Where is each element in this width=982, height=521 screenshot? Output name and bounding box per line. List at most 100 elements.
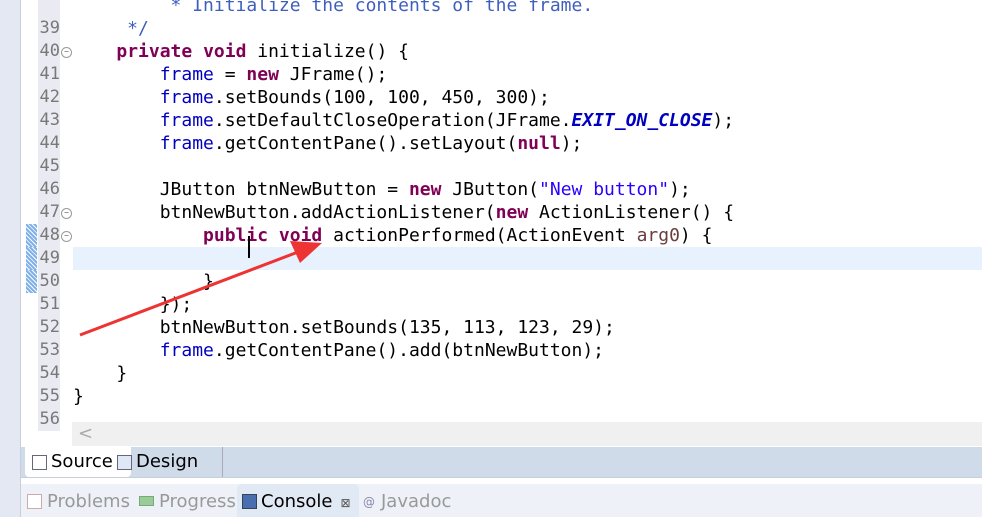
line-number	[38, 0, 60, 17]
tab-label: Progress	[159, 491, 236, 512]
code-line[interactable]: public void actionPerformed(ActionEvent …	[73, 224, 982, 247]
code-token: */	[73, 18, 149, 39]
quick-diff-marker	[26, 224, 37, 247]
line-number: 42	[38, 86, 60, 109]
code-token: initialize() {	[246, 41, 409, 62]
code-line[interactable]: frame.getContentPane().setLayout(null);	[73, 132, 982, 155]
code-token: .setDefaultCloseOperation(JFrame.	[213, 110, 572, 131]
line-number: 45	[38, 155, 60, 178]
code-line[interactable]: }	[73, 270, 982, 293]
code-token: EXIT_ON_CLOSE	[571, 110, 713, 131]
code-token: );	[669, 179, 691, 200]
code-token: new	[495, 202, 529, 223]
code-token: ActionListener() {	[528, 202, 735, 223]
code-token: "New button"	[539, 179, 670, 200]
code-line[interactable]: btnNewButton.addActionListener(new Actio…	[73, 201, 982, 224]
line-number: 56	[38, 408, 60, 431]
code-token: btnNewButton.setBounds(135, 113, 123, 29…	[73, 317, 615, 338]
code-line[interactable]: }	[73, 385, 982, 408]
line-number: 50	[38, 270, 60, 293]
tab-label: Source	[51, 451, 113, 472]
code-line[interactable]: * Initialize the contents of the frame.	[73, 0, 982, 17]
fold-toggle-icon[interactable]: −	[61, 231, 72, 242]
code-token: JButton(	[441, 179, 540, 200]
line-number: 39	[38, 17, 60, 40]
code-line[interactable]	[73, 155, 982, 178]
tab-label: Design	[136, 451, 199, 472]
code-token: ) {	[679, 225, 713, 246]
code-token: .getContentPane().add(btnNewButton);	[213, 340, 605, 361]
code-line[interactable]	[73, 247, 982, 270]
line-number: 46	[38, 178, 60, 201]
fold-toggle-icon[interactable]: −	[61, 47, 72, 58]
line-number: 40	[38, 40, 60, 63]
tab-label: Problems	[47, 491, 130, 512]
editor-tabs: Source Design	[21, 447, 982, 478]
source-icon	[32, 455, 47, 470]
code-line[interactable]: */	[73, 17, 982, 40]
code-token: frame	[159, 110, 214, 131]
close-icon[interactable]: ⊠	[340, 496, 350, 510]
text-caret	[248, 236, 250, 258]
fold-toggle-icon[interactable]: −	[61, 208, 72, 219]
code-line[interactable]: frame = new JFrame();	[73, 63, 982, 86]
line-number: 54	[38, 362, 60, 385]
code-editor[interactable]: * Initialize the contents of the frame. 3…	[21, 0, 982, 431]
code-token: .setBounds(100, 100, 450, 300);	[213, 87, 550, 108]
code-token: }	[73, 363, 128, 384]
code-line[interactable]: btnNewButton.setBounds(135, 113, 123, 29…	[73, 316, 982, 339]
code-token: .getContentPane().setLayout(	[213, 133, 518, 154]
code-token: });	[73, 294, 193, 315]
code-token: null	[517, 133, 561, 154]
code-token: new	[408, 179, 442, 200]
line-number: 51	[38, 293, 60, 316]
line-number: 52	[38, 316, 60, 339]
code-line[interactable]: JButton btnNewButton = new JButton("New …	[73, 178, 982, 201]
problems-icon	[27, 494, 42, 509]
code-token: );	[560, 133, 583, 154]
code-token: frame	[159, 133, 214, 154]
code-line[interactable]: });	[73, 293, 982, 316]
line-number: 41	[38, 63, 60, 86]
code-line[interactable]: private void initialize() {	[73, 40, 982, 63]
tab-design[interactable]: Design	[110, 447, 223, 477]
code-token: }	[73, 271, 214, 292]
tab-progress[interactable]: Progress	[135, 484, 236, 517]
line-number: 49	[38, 247, 60, 270]
code-line[interactable]: frame.setBounds(100, 100, 450, 300);	[73, 86, 982, 109]
code-token: frame	[159, 87, 214, 108]
code-token: JButton btnNewButton =	[73, 179, 409, 200]
code-token: private	[116, 41, 193, 62]
console-icon	[242, 494, 257, 509]
tab-label: Console	[261, 491, 333, 512]
code-line[interactable]: frame.setDefaultCloseOperation(JFrame.EX…	[73, 109, 982, 132]
line-number: 43	[38, 109, 60, 132]
code-line[interactable]: frame.getContentPane().add(btnNewButton)…	[73, 339, 982, 362]
code-token: );	[712, 110, 735, 131]
scroll-left-icon[interactable]: <	[78, 423, 93, 444]
code-token: void	[203, 41, 247, 62]
tab-console[interactable]: Console ⊠	[237, 484, 359, 517]
javadoc-icon: @	[363, 495, 375, 509]
horizontal-scrollbar[interactable]: <	[72, 422, 982, 446]
code-line[interactable]: }	[73, 362, 982, 385]
code-token: }	[73, 386, 84, 407]
line-number: 47	[38, 201, 60, 224]
left-trim	[0, 0, 21, 517]
tab-problems[interactable]: Problems	[23, 484, 130, 517]
code-token: frame	[159, 64, 214, 85]
quick-diff-marker	[26, 270, 37, 293]
code-token: =	[213, 64, 247, 85]
line-number: 53	[38, 339, 60, 362]
tab-javadoc[interactable]: @ Javadoc	[357, 484, 451, 517]
code-token: actionPerformed(ActionEvent	[322, 225, 637, 246]
line-number: 48	[38, 224, 60, 247]
tab-label: Javadoc	[381, 491, 452, 512]
